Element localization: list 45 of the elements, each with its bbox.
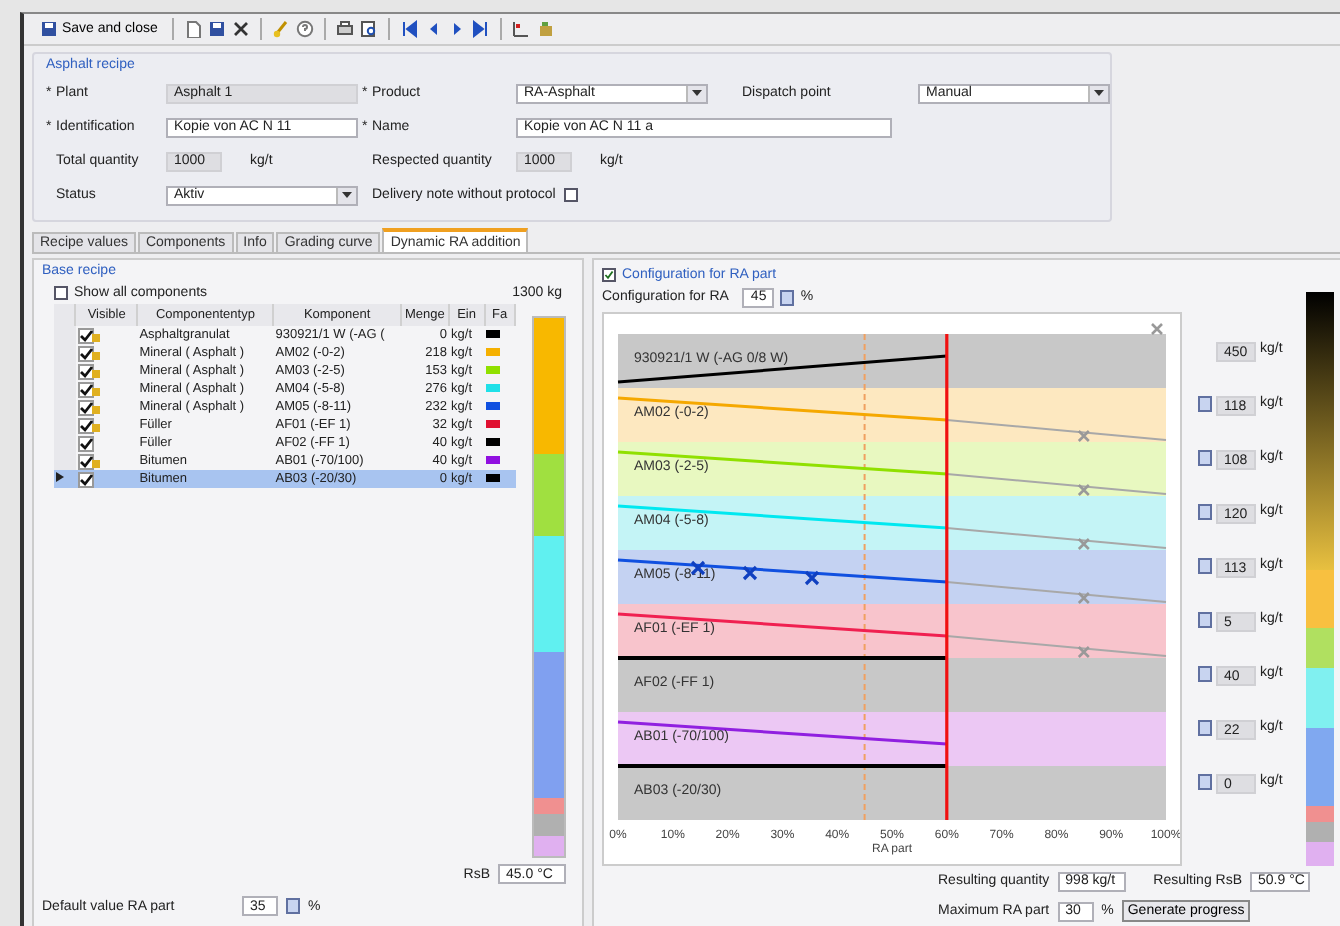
print-icon[interactable]: [335, 20, 354, 38]
visible-checkbox[interactable]: [77, 471, 94, 487]
visible-checkbox[interactable]: [77, 363, 94, 379]
save-icon[interactable]: [207, 20, 226, 38]
help-icon[interactable]: [295, 20, 314, 38]
visible-checkbox[interactable]: [77, 399, 94, 415]
spinner-icon[interactable]: [1198, 612, 1212, 628]
spinner-icon[interactable]: [1198, 558, 1212, 574]
first-record-icon[interactable]: [399, 20, 418, 38]
checkbox[interactable]: [54, 286, 68, 300]
dropdown-arrow-icon[interactable]: [336, 187, 356, 203]
dropdown-arrow-icon[interactable]: [1088, 85, 1108, 101]
visible-checkbox[interactable]: [77, 417, 94, 433]
spinner-icon[interactable]: [1198, 666, 1212, 682]
checkbox[interactable]: [563, 188, 578, 202]
visible-checkbox[interactable]: [77, 381, 94, 397]
visible-checkbox[interactable]: [77, 327, 94, 343]
last-record-icon[interactable]: [471, 20, 490, 38]
visible-checkbox[interactable]: [77, 345, 94, 361]
new-document-icon[interactable]: [183, 20, 202, 38]
visible-checkbox[interactable]: [77, 453, 94, 469]
row-pointer-icon: [56, 472, 64, 482]
close-icon[interactable]: [1150, 322, 1164, 336]
delete-icon[interactable]: [231, 20, 250, 38]
spinner-icon[interactable]: [780, 289, 795, 305]
save-icon[interactable]: [40, 20, 58, 38]
checkbox[interactable]: [602, 268, 616, 282]
cross-marker: [1077, 645, 1091, 659]
spinner-icon[interactable]: [1198, 720, 1212, 736]
cross-marker: [804, 570, 820, 586]
cross-marker: [742, 565, 758, 581]
visible-checkbox[interactable]: [77, 435, 94, 451]
spinner-icon[interactable]: [1198, 396, 1212, 412]
export-icon[interactable]: [535, 20, 554, 38]
spinner-icon[interactable]: [1198, 774, 1212, 790]
spinner-icon[interactable]: [1198, 504, 1212, 520]
cross-marker: [1077, 429, 1091, 443]
dropdown-arrow-icon[interactable]: [686, 85, 706, 101]
spinner-icon[interactable]: [1198, 450, 1212, 466]
cross-marker: [1077, 537, 1091, 551]
cross-marker: [1077, 483, 1091, 497]
spinner-icon[interactable]: [286, 898, 300, 914]
print-preview-icon[interactable]: [359, 20, 378, 38]
chart-icon[interactable]: [511, 20, 530, 38]
cross-marker: [1077, 591, 1091, 605]
